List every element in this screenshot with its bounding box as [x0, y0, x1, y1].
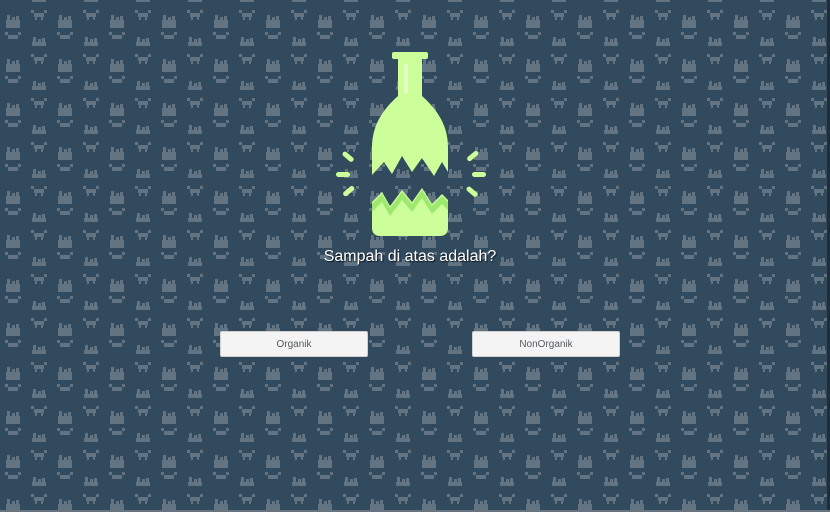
organik-button[interactable]: Organik	[220, 331, 368, 357]
broken-bottle-icon	[336, 52, 486, 236]
nonorganik-button[interactable]: NonOrganik	[472, 331, 620, 357]
game-screen: Sampah di atas adalah? Organik NonOrgani…	[0, 0, 830, 512]
question-text: Sampah di atas adalah?	[323, 248, 497, 265]
